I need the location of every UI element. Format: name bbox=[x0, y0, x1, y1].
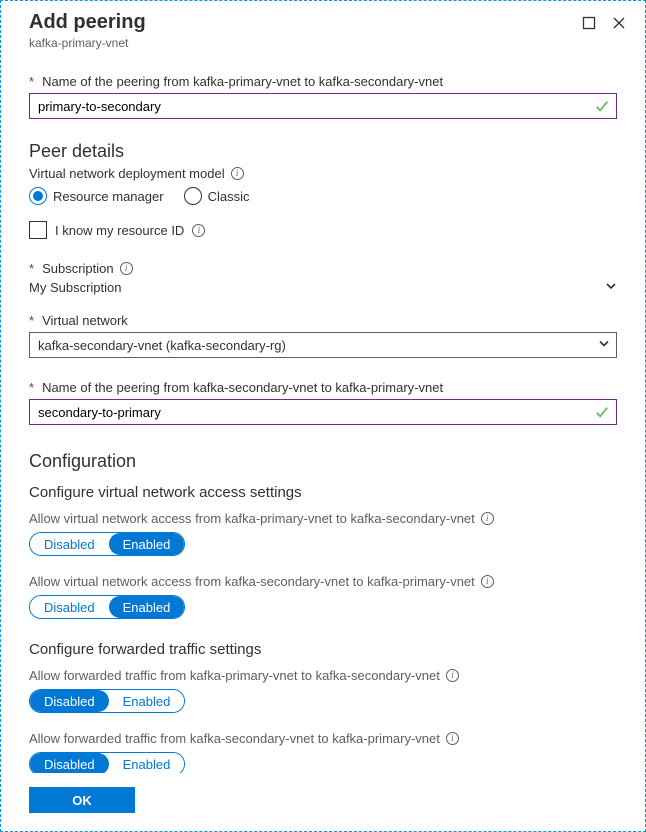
info-icon[interactable]: i bbox=[231, 167, 244, 180]
chevron-down-icon bbox=[605, 280, 617, 295]
panel-body: *Name of the peering from kafka-primary-… bbox=[1, 58, 645, 773]
vnet-access-fwd-toggle: Disabled Enabled bbox=[29, 532, 185, 556]
name-forward-input[interactable] bbox=[29, 93, 617, 119]
toggle-disabled[interactable]: Disabled bbox=[30, 596, 109, 618]
toggle-enabled[interactable]: Enabled bbox=[109, 753, 185, 773]
panel-title: Add peering bbox=[29, 11, 146, 34]
name-reverse-label: *Name of the peering from kafka-secondar… bbox=[29, 380, 617, 395]
vnet-label: *Virtual network bbox=[29, 313, 617, 328]
subscription-dropdown[interactable]: My Subscription bbox=[29, 280, 617, 295]
panel-footer: OK bbox=[1, 773, 645, 831]
info-icon[interactable]: i bbox=[192, 224, 205, 237]
name-forward-label: *Name of the peering from kafka-primary-… bbox=[29, 74, 617, 89]
vnet-access-fwd-label: Allow virtual network access from kafka-… bbox=[29, 511, 617, 526]
fwd-traffic-subheading: Configure forwarded traffic settings bbox=[29, 641, 617, 658]
toggle-enabled[interactable]: Enabled bbox=[109, 533, 185, 555]
check-icon bbox=[595, 405, 609, 419]
configuration-heading: Configuration bbox=[29, 451, 617, 472]
toggle-enabled[interactable]: Enabled bbox=[109, 596, 185, 618]
vnet-access-rev-label: Allow virtual network access from kafka-… bbox=[29, 574, 617, 589]
vnet-dropdown[interactable]: kafka-secondary-vnet (kafka-secondary-rg… bbox=[29, 332, 617, 358]
panel-subtitle: kafka-primary-vnet bbox=[29, 36, 146, 50]
chevron-down-icon bbox=[598, 338, 610, 353]
ok-button[interactable]: OK bbox=[29, 787, 135, 813]
info-icon[interactable]: i bbox=[446, 669, 459, 682]
maximize-icon[interactable] bbox=[581, 15, 597, 31]
toggle-disabled[interactable]: Disabled bbox=[30, 753, 109, 773]
radio-classic[interactable]: Classic bbox=[184, 187, 250, 205]
vnet-access-rev-toggle: Disabled Enabled bbox=[29, 595, 185, 619]
info-icon[interactable]: i bbox=[481, 512, 494, 525]
toggle-disabled[interactable]: Disabled bbox=[30, 533, 109, 555]
subscription-label: *Subscription i bbox=[29, 261, 617, 276]
close-icon[interactable] bbox=[611, 15, 627, 31]
add-peering-panel: Add peering kafka-primary-vnet *Name of … bbox=[0, 0, 646, 832]
name-reverse-input[interactable] bbox=[29, 399, 617, 425]
fwd-traffic-rev-toggle: Disabled Enabled bbox=[29, 752, 185, 773]
radio-resource-manager[interactable]: Resource manager bbox=[29, 187, 164, 205]
info-icon[interactable]: i bbox=[120, 262, 133, 275]
deployment-model-radio-group: Resource manager Classic bbox=[29, 187, 617, 205]
toggle-enabled[interactable]: Enabled bbox=[109, 690, 185, 712]
know-resource-id-checkbox[interactable]: I know my resource ID i bbox=[29, 221, 617, 239]
check-icon bbox=[595, 99, 609, 113]
fwd-traffic-fwd-label: Allow forwarded traffic from kafka-prima… bbox=[29, 668, 617, 683]
peer-details-heading: Peer details bbox=[29, 141, 617, 162]
vnet-access-subheading: Configure virtual network access setting… bbox=[29, 484, 617, 501]
panel-header: Add peering kafka-primary-vnet bbox=[1, 1, 645, 58]
info-icon[interactable]: i bbox=[481, 575, 494, 588]
deployment-model-label: Virtual network deployment model i bbox=[29, 166, 617, 181]
fwd-traffic-fwd-toggle: Disabled Enabled bbox=[29, 689, 185, 713]
toggle-disabled[interactable]: Disabled bbox=[30, 690, 109, 712]
info-icon[interactable]: i bbox=[446, 732, 459, 745]
fwd-traffic-rev-label: Allow forwarded traffic from kafka-secon… bbox=[29, 731, 617, 746]
